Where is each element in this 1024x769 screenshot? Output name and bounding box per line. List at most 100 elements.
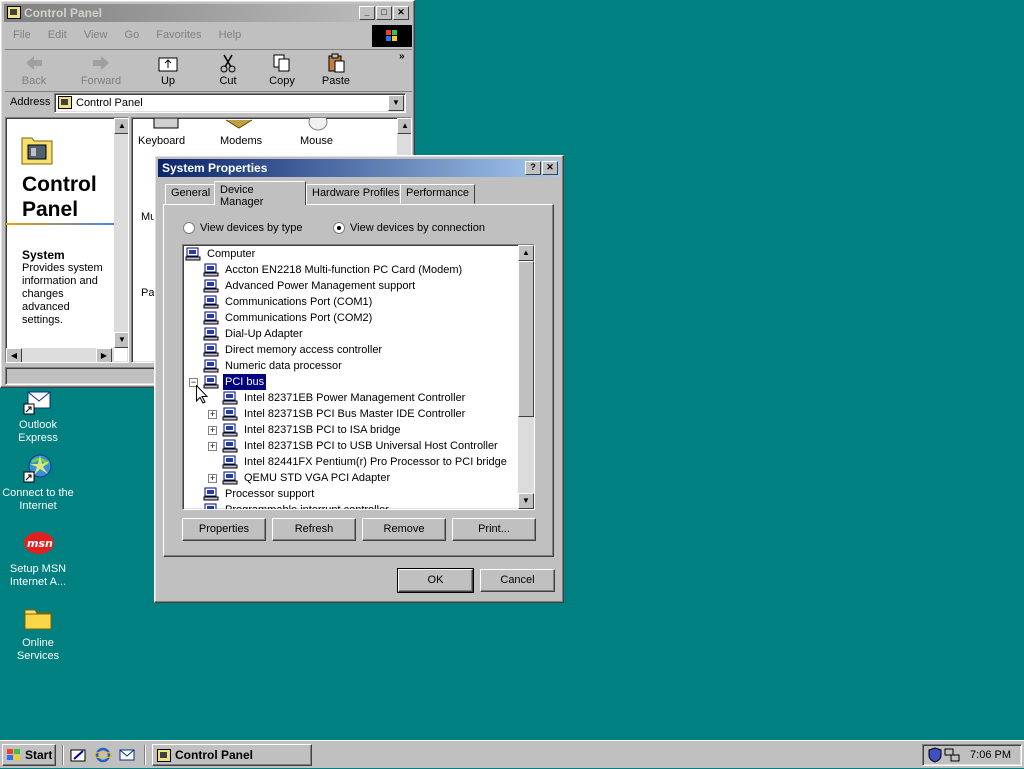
clock: 7:06 PM [970,749,1011,761]
taskbar: Start Control Panel 7:06 PM [0,740,1024,768]
tab-performance[interactable]: Performance [400,184,475,204]
tree-row[interactable]: Intel 82441FX Pentium(r) Pro Processor t… [222,454,534,470]
device-icon [203,327,219,341]
ok-button[interactable]: OK [397,568,474,593]
maximize-button[interactable]: □ [376,6,392,20]
menu-favorites[interactable]: Favorites [156,29,201,41]
task-control-panel[interactable]: Control Panel [152,744,312,766]
print-button[interactable]: Print... [452,518,536,541]
radio-by-connection-label[interactable]: View devices by connection [350,222,485,234]
properties-button[interactable]: Properties [182,518,266,541]
scroll-up-button[interactable]: ▲ [518,245,534,261]
radio-by-type-label[interactable]: View devices by type [200,222,303,234]
copy-button[interactable]: Copy [255,53,309,87]
paste-button[interactable]: Paste [309,53,363,87]
tree-row[interactable]: Intel 82371SB PCI Bus Master IDE Control… [208,406,534,422]
tree-row-label: Communications Port (COM1) [225,296,373,308]
scroll-right-button[interactable]: ▶ [96,348,112,362]
close-button[interactable]: ✕ [393,6,409,20]
back-button[interactable]: Back [7,53,61,87]
device-icon [222,471,238,485]
windows-flag-icon [6,748,22,769]
cp-item-partial-pa[interactable]: Pa [141,287,154,299]
help-button[interactable]: ? [525,161,541,175]
menu-file[interactable]: File [13,29,31,41]
scroll-up-button[interactable]: ▲ [397,118,411,134]
internet-explorer-icon[interactable] [93,747,113,763]
device-tree[interactable]: Computer Accton EN2218 Multi-function PC … [182,244,535,510]
control-panel-titlebar[interactable]: Control Panel _ □ ✕ [4,4,411,22]
tree-row-label: Numeric data processor [225,360,342,372]
scroll-up-button[interactable]: ▲ [114,118,128,134]
outlook-express-quicklaunch-icon[interactable] [118,747,136,763]
expand-toggle[interactable]: + [208,426,217,435]
tab-hardware-profiles[interactable]: Hardware Profiles [306,184,406,204]
tree-row[interactable]: Intel 82371EB Power Management Controlle… [222,390,534,406]
tree-row[interactable]: Communications Port (COM2) [203,310,523,326]
tree-row[interactable]: Advanced Power Management support [203,278,523,294]
network-icon[interactable] [944,747,960,766]
scroll-thumb[interactable] [518,261,534,417]
tree-row[interactable]: Dial-Up Adapter [203,326,523,342]
clipboard-icon [324,53,348,73]
scroll-left-button[interactable]: ◀ [6,348,22,362]
tab-general[interactable]: General [165,184,217,204]
desktop-icon-connect-internet[interactable]: Connect to the Internet [0,452,76,513]
desktop-icon-online-services[interactable]: Online Services [0,602,76,663]
menu-go[interactable]: Go [125,29,140,41]
expand-toggle[interactable]: + [208,442,217,451]
tree-row-label: Dial-Up Adapter [225,328,303,340]
up-button[interactable]: Up [141,53,195,87]
tree-row[interactable]: Intel 82371SB PCI to ISA bridge + [208,422,534,438]
scroll-down-button[interactable]: ▼ [114,332,128,348]
tree-row[interactable]: Processor support [203,486,523,502]
cut-button[interactable]: Cut [201,53,255,87]
remove-button[interactable]: Remove [362,518,446,541]
desktop-icon-setup-msn[interactable]: msn Setup MSN Internet A... [0,528,76,589]
tree-row[interactable]: Accton EN2218 Multi-function PC Card (Mo… [203,262,523,278]
cp-item-mouse[interactable]: Mouse [300,135,333,147]
tree-row[interactable]: QEMU STD VGA PCI Adapter + [208,470,534,486]
start-button[interactable]: Start [2,744,56,766]
expand-toggle[interactable]: + [208,410,217,419]
radio-by-type[interactable] [183,222,195,234]
up-folder-icon [156,53,180,73]
menu-edit[interactable]: Edit [48,29,67,41]
scroll-down-button[interactable]: ▼ [518,493,534,509]
menu-help[interactable]: Help [219,29,242,41]
address-dropdown-button[interactable]: ▼ [388,95,404,111]
radio-by-connection[interactable] [333,222,345,234]
desktop-icon-outlook-express[interactable]: Outlook Express [0,384,76,445]
tree-row[interactable]: Computer [185,246,505,262]
tree-row[interactable]: Numeric data processor [203,358,523,374]
tree-row-label: Communications Port (COM2) [225,312,373,324]
tree-row-label: Intel 82371SB PCI to ISA bridge [244,424,401,436]
tree-row-label: QEMU STD VGA PCI Adapter [244,472,391,484]
device-icon [222,439,238,453]
dialog-titlebar[interactable]: System Properties ? ✕ [158,159,560,177]
security-shield-icon[interactable] [928,747,942,766]
tree-row-label: Accton EN2218 Multi-function PC Card (Mo… [225,264,463,276]
tree-row[interactable]: Intel 82371SB PCI to USB Universal Host … [208,438,534,454]
tree-row[interactable]: Communications Port (COM1) [203,294,523,310]
tree-row[interactable]: Direct memory access controller [203,342,523,358]
forward-button[interactable]: Forward [74,53,128,87]
cancel-button[interactable]: Cancel [480,569,555,592]
address-field[interactable]: Control Panel ▼ [54,93,406,113]
toolbar-more-chevron[interactable]: » [399,51,405,62]
folder-icon [22,602,54,634]
cp-item-keyboard[interactable]: Keyboard [138,135,185,147]
menu-bar: File Edit View Go Favorites Help [13,29,255,41]
refresh-button[interactable]: Refresh [272,518,356,541]
close-button[interactable]: ✕ [542,161,558,175]
tree-row[interactable]: Programmable interrupt controller [203,502,523,510]
tree-row[interactable]: PCI bus − [189,373,523,391]
show-desktop-icon[interactable] [70,747,88,763]
info-pane-vscroll[interactable] [114,118,128,348]
menu-view[interactable]: View [84,29,108,41]
minimize-button[interactable]: _ [359,6,375,20]
tab-device-manager[interactable]: Device Manager [214,181,306,208]
expand-toggle[interactable]: + [208,474,217,483]
cp-item-modems[interactable]: Modems [220,135,262,147]
tree-row-label: Programmable interrupt controller [225,504,389,510]
